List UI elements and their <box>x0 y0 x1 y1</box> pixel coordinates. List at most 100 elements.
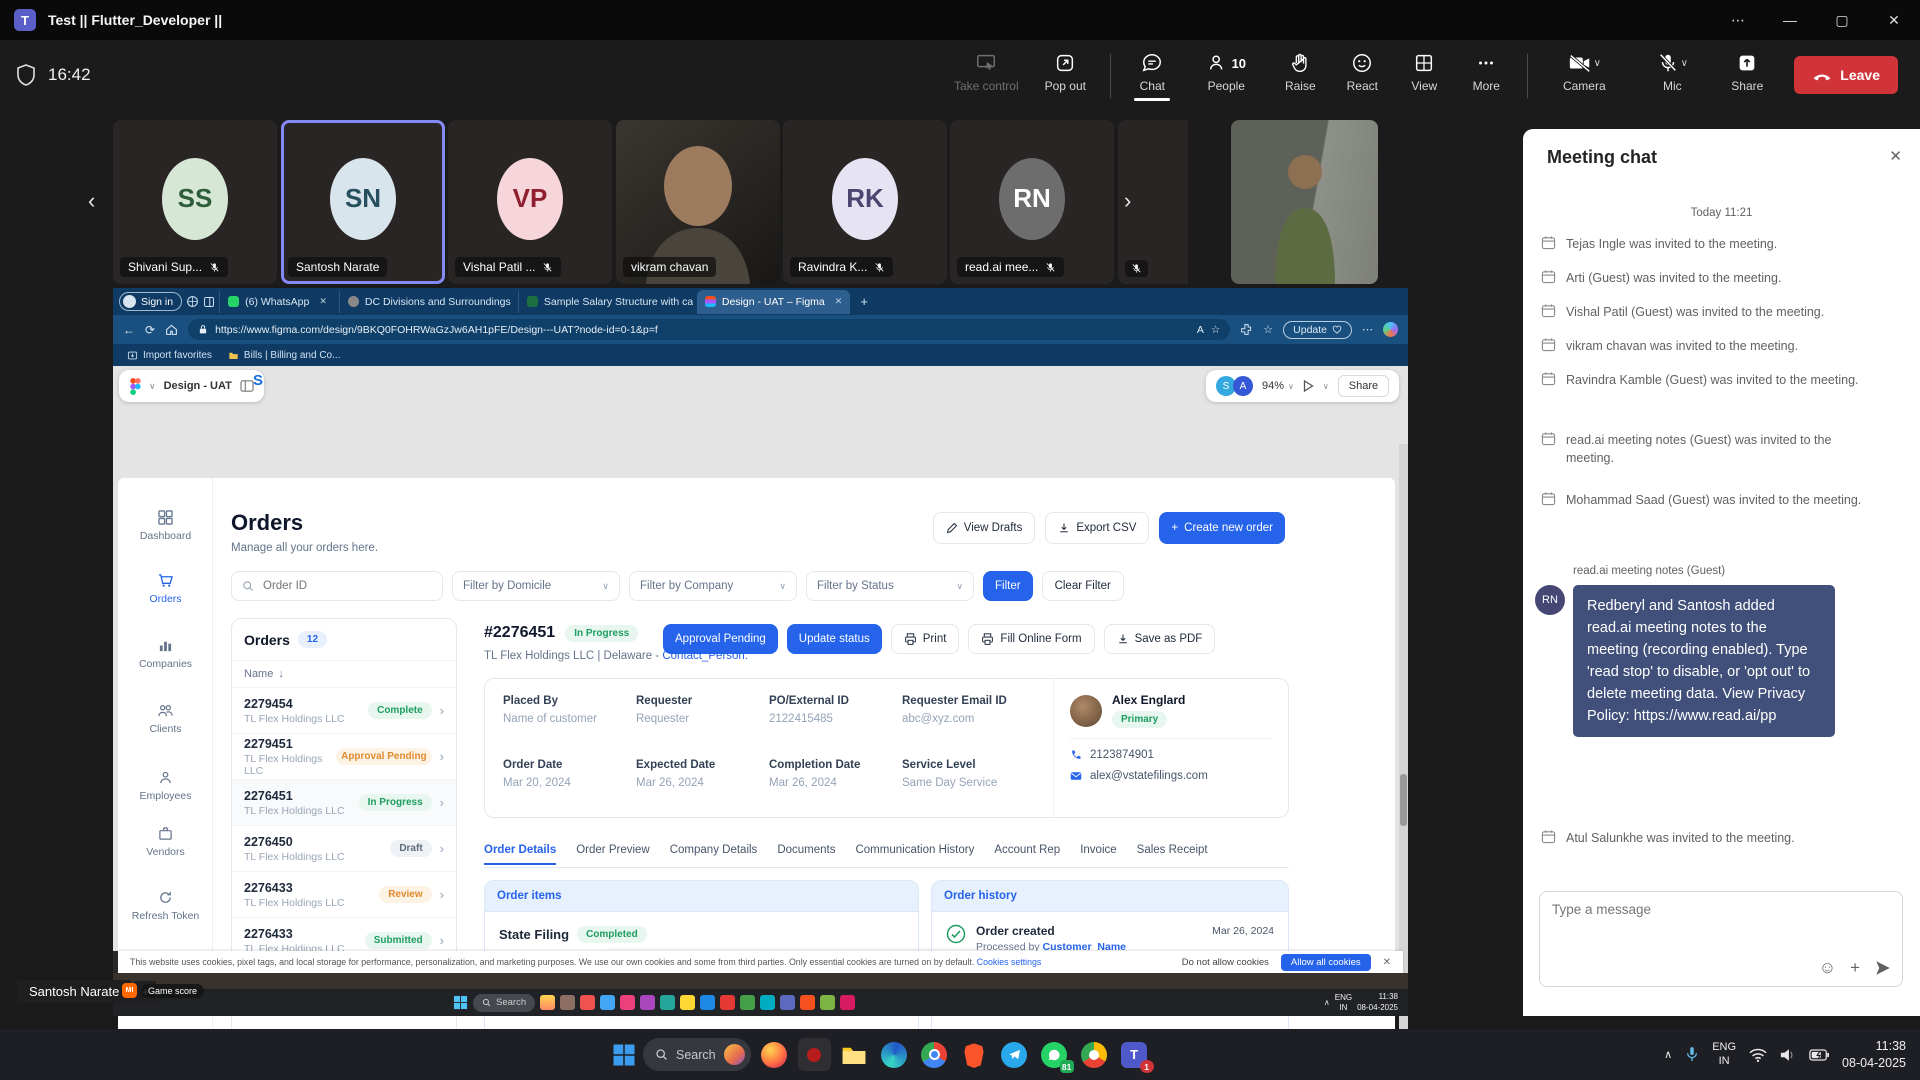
create-new-order-button[interactable]: + Create new order <box>1159 512 1285 544</box>
cookie-settings-link[interactable]: Cookies settings <box>977 957 1042 967</box>
leave-button[interactable]: Leave <box>1794 56 1898 94</box>
mini-app-icon[interactable] <box>720 995 735 1010</box>
chrome-profile-icon[interactable] <box>1078 1038 1111 1071</box>
tab-order-preview[interactable]: Order Preview <box>576 844 650 865</box>
react-button[interactable]: React <box>1331 48 1393 95</box>
tray-mic-icon[interactable] <box>1685 1046 1699 1063</box>
save-as-pdf-button[interactable]: Save as PDF <box>1104 624 1216 654</box>
tab-sales-receipt[interactable]: Sales Receipt <box>1137 844 1208 865</box>
browser-menu-icon[interactable]: ⋯ <box>1362 323 1373 336</box>
camera-chevron-icon[interactable]: ∨ <box>1594 58 1601 69</box>
system-clock[interactable]: 11:3808-04-2025 <box>1842 1038 1906 1072</box>
mini-app-icon[interactable] <box>560 995 575 1010</box>
read-aloud-icon[interactable]: A <box>1197 324 1204 336</box>
extensions-icon[interactable] <box>1240 323 1253 336</box>
view-button[interactable]: View <box>1393 48 1455 95</box>
mini-app-icon[interactable] <box>660 995 675 1010</box>
mini-app-icon[interactable] <box>780 995 795 1010</box>
filter-company-select[interactable]: Filter by Company∨ <box>629 571 797 601</box>
volume-icon[interactable] <box>1780 1048 1796 1062</box>
browser-scrollbar[interactable] <box>1399 444 1408 1029</box>
minimize-icon[interactable]: — <box>1764 0 1816 40</box>
browser-update-button[interactable]: Update <box>1283 321 1352 339</box>
mini-app-icon[interactable] <box>800 995 815 1010</box>
contact-email[interactable]: alex@vstatefilings.com <box>1070 770 1272 782</box>
file-explorer-icon[interactable] <box>838 1038 871 1071</box>
spotlight-tile[interactable] <box>1231 120 1378 284</box>
maximize-icon[interactable]: ▢ <box>1816 0 1868 40</box>
print-button[interactable]: Print <box>891 624 960 654</box>
video-tile[interactable]: vikram chavan <box>616 120 780 284</box>
figma-file-menu[interactable]: ∨ Design - UAT <box>119 370 264 402</box>
titlebar-more-icon[interactable]: ⋯ <box>1712 0 1764 40</box>
chrome-icon[interactable] <box>918 1038 951 1071</box>
mini-app-icon[interactable] <box>600 995 615 1010</box>
chat-button[interactable]: Chat <box>1121 48 1183 95</box>
order-row[interactable]: 2276433TL Flex Holdings LLC Review › <box>232 871 456 917</box>
deny-cookies-button[interactable]: Do not allow cookies <box>1182 957 1269 968</box>
bookmark-item[interactable]: Bills | Billing and Co... <box>228 350 341 361</box>
order-row[interactable]: 2276450TL Flex Holdings LLC Draft › <box>232 825 456 871</box>
telegram-icon[interactable] <box>998 1038 1031 1071</box>
fill-online-form-button[interactable]: Fill Online Form <box>968 624 1094 654</box>
mini-app-icon[interactable] <box>580 995 595 1010</box>
emoji-icon[interactable]: ☺ <box>1819 958 1836 978</box>
browser-tab[interactable]: (6) WhatsApp✕ <box>219 291 335 313</box>
tiles-next-icon[interactable]: › <box>1124 188 1131 214</box>
mini-app-icon[interactable] <box>820 995 835 1010</box>
export-csv-button[interactable]: Export CSV <box>1045 512 1149 544</box>
share-button[interactable]: Share <box>1714 48 1780 95</box>
mini-app-icon[interactable] <box>620 995 635 1010</box>
chat-input-box[interactable]: ☺ + <box>1539 891 1903 987</box>
favorite-star-icon[interactable]: ☆ <box>1211 324 1220 336</box>
browser-tab[interactable]: DC Divisions and Surroundings✕ <box>339 291 514 313</box>
order-row-selected[interactable]: 2276451TL Flex Holdings LLC In Progress … <box>232 779 456 825</box>
video-tile[interactable]: SS Shivani Sup... <box>113 120 277 284</box>
video-tile[interactable]: RN read.ai mee... <box>950 120 1114 284</box>
sidebar-item-clients[interactable]: Clients <box>118 703 213 735</box>
close-icon[interactable]: ✕ <box>1868 0 1920 40</box>
favorites-bar-icon[interactable]: ☆ <box>1263 323 1273 336</box>
filter-domicile-select[interactable]: Filter by Domicile∨ <box>452 571 620 601</box>
mini-app-icon[interactable] <box>760 995 775 1010</box>
start-button-icon[interactable] <box>612 1043 636 1067</box>
whatsapp-icon[interactable]: 81 <box>1038 1038 1071 1071</box>
approval-pending-button[interactable]: Approval Pending <box>663 624 778 654</box>
sidebar-item-orders[interactable]: Orders <box>118 573 213 605</box>
mini-app-icon[interactable] <box>540 995 555 1010</box>
present-chevron-icon[interactable]: ∨ <box>1323 382 1329 391</box>
camera-button[interactable]: ∨ Camera <box>1538 48 1630 95</box>
order-id-search[interactable] <box>231 571 443 601</box>
battery-icon[interactable] <box>1809 1049 1829 1061</box>
new-tab-icon[interactable]: + <box>860 294 868 309</box>
order-row[interactable]: 2279451TL Flex Holdings LLC Approval Pen… <box>232 733 456 779</box>
tiles-prev-icon[interactable]: ‹ <box>88 188 95 214</box>
language-indicator[interactable]: ENGIN <box>1712 1041 1736 1067</box>
order-id-input[interactable] <box>261 579 431 593</box>
send-icon[interactable] <box>1874 959 1892 977</box>
filter-apply-button[interactable]: Filter <box>983 571 1033 601</box>
firefox-icon[interactable] <box>758 1038 791 1071</box>
more-button[interactable]: More <box>1455 48 1517 95</box>
shared-clock[interactable]: 11:3808-04-2025 <box>1357 992 1398 1013</box>
taskbar-search[interactable]: Search <box>643 1038 751 1071</box>
raise-hand-button[interactable]: Raise <box>1269 48 1331 95</box>
attach-plus-icon[interactable]: + <box>1850 958 1860 978</box>
url-field[interactable]: https://www.figma.com/design/9BKQ0FOHRWa… <box>188 319 1230 340</box>
pop-out-button[interactable]: Pop out <box>1030 48 1100 95</box>
present-icon[interactable] <box>1303 380 1314 392</box>
contact-phone[interactable]: 2123874901 <box>1070 749 1272 761</box>
sidebar-item-refresh-token[interactable]: Refresh Token <box>118 890 213 922</box>
tab-invoice[interactable]: Invoice <box>1080 844 1116 865</box>
tab-close-icon[interactable]: ✕ <box>835 296 843 307</box>
back-icon[interactable]: ← <box>123 323 135 337</box>
tab-communication-history[interactable]: Communication History <box>855 844 974 865</box>
list-sort-header[interactable]: Name↓ <box>232 660 456 687</box>
shared-tray-chevron-icon[interactable]: ∧ <box>1324 998 1330 1007</box>
bookmark-item[interactable]: Import favorites <box>127 350 212 361</box>
allow-cookies-button[interactable]: Allow all cookies <box>1281 954 1371 971</box>
edge-icon[interactable] <box>878 1038 911 1071</box>
tab-account-rep[interactable]: Account Rep <box>994 844 1060 865</box>
browser-workspaces-icon[interactable] <box>186 295 199 308</box>
video-tile[interactable]: VP Vishal Patil ... <box>448 120 612 284</box>
